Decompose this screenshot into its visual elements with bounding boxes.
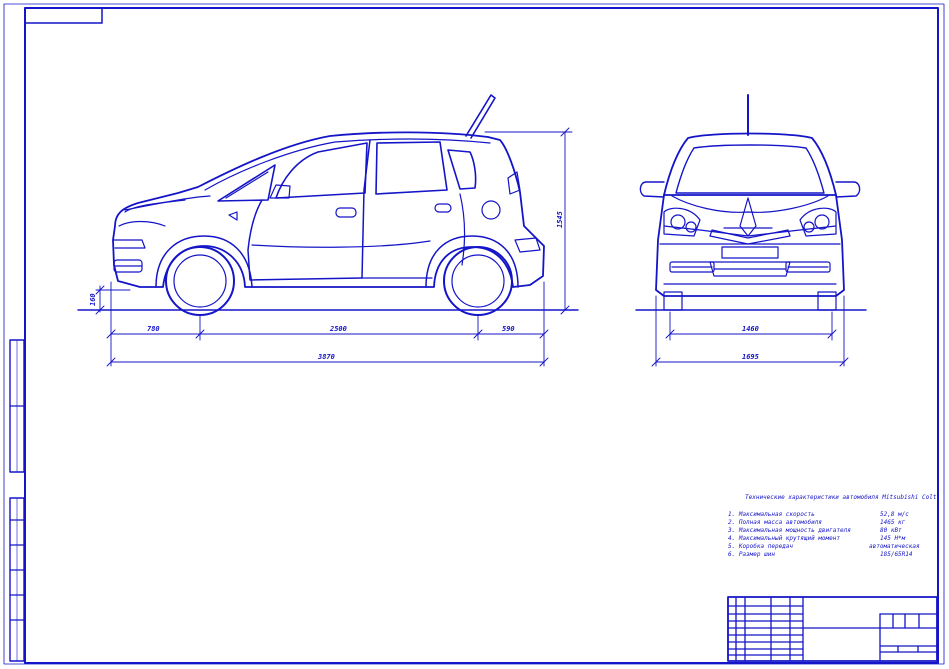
dim-overall-length: 3870 (317, 353, 335, 361)
svg-text:1. Максимальная скорость: 1. Максимальная скорость (728, 511, 815, 518)
title-block (727, 596, 938, 662)
svg-text:3. Максимальная мощность двига: 3. Максимальная мощность двигателя (727, 527, 851, 534)
svg-text:4. Максимальный крутящий момен: 4. Максимальный крутящий момент (728, 535, 840, 542)
spec-table: Технические характеристики автомобиля Mi… (727, 494, 937, 558)
svg-text:1465 кг: 1465 кг (880, 519, 906, 526)
spec-row: 5. Коробка передач автоматическая (728, 543, 920, 550)
car-front-view (635, 94, 867, 311)
dim-wheelbase: 2500 (329, 325, 347, 333)
spec-row: 6. Размер шин 185/65R14 (728, 551, 913, 558)
car-side-view (77, 94, 579, 316)
svg-text:6. Размер шин: 6. Размер шин (728, 551, 775, 558)
dim-ground-clearance: 160 (89, 293, 97, 306)
dim-height: 1545 (556, 211, 564, 228)
dim-rear-overhang: 590 (502, 325, 515, 333)
spec-table-title: Технические характеристики автомобиля Mi… (745, 494, 937, 501)
svg-text:автоматическая: автоматическая (869, 543, 920, 550)
spec-row: 3. Максимальная мощность двигателя 80 кВ… (727, 527, 902, 534)
dim-front-overhang: 780 (147, 325, 160, 333)
dim-track: 1460 (742, 325, 759, 333)
svg-text:5. Коробка передач: 5. Коробка передач (728, 543, 793, 550)
svg-text:145 Н*м: 145 Н*м (880, 535, 906, 542)
svg-text:185/65R14: 185/65R14 (880, 551, 913, 558)
svg-text:80 кВт: 80 кВт (880, 527, 902, 534)
svg-text:52,8 м/с: 52,8 м/с (880, 511, 909, 518)
drawing-sheet: 780 2500 590 3870 1545 160 1460 1695 Тех… (3, 3, 945, 665)
spec-row: 1. Максимальная скорость 52,8 м/с (728, 511, 909, 518)
spec-row: 2. Полная масса автомобиля 1465 кг (728, 519, 906, 526)
spec-row: 4. Максимальный крутящий момент 145 Н*м (728, 535, 906, 542)
svg-text:2. Полная масса автомобиля: 2. Полная масса автомобиля (728, 519, 822, 526)
dim-overall-width: 1695 (742, 353, 759, 361)
